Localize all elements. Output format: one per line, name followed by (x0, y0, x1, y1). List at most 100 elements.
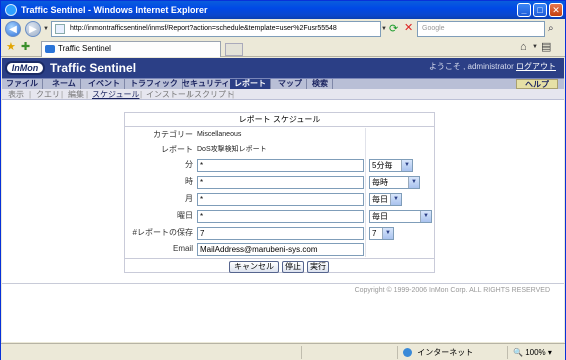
status-divider (301, 346, 302, 359)
menu-report[interactable]: レポート (230, 79, 271, 89)
chevron-down-icon: ▼ (408, 177, 419, 188)
footer-divider (2, 283, 564, 284)
stop-icon[interactable]: ✕ (404, 22, 413, 34)
address-input[interactable]: http://inmontrafficsentinel/inmsf/Report… (51, 21, 381, 37)
keep-reports-select-value: 7 (372, 229, 377, 238)
sub-menu: 表示 | クエリ | 編集 | スケジュール | インストール | スクリプト … (2, 89, 564, 100)
email-row: Email MailAddress@marubeni-sys.com (125, 241, 434, 257)
submenu-divider: | (29, 90, 32, 99)
page-menu-icon[interactable]: ▤ (541, 41, 551, 53)
status-divider (507, 346, 508, 359)
search-icon[interactable]: ⌕ (548, 23, 554, 34)
zoom-control[interactable]: 🔍 100% ▾ (513, 346, 552, 359)
minute-label: 分 (185, 160, 193, 169)
submenu-divider: | (140, 90, 143, 99)
month-input[interactable]: * (197, 193, 364, 206)
history-dropdown-icon[interactable]: ▼ (43, 26, 49, 32)
keep-reports-row: #レポートの保存 7 7 ▼ (125, 225, 434, 241)
chevron-down-icon: ▼ (390, 194, 401, 205)
month-select[interactable]: 毎日 ▼ (369, 193, 402, 206)
search-input[interactable]: Google (417, 21, 545, 37)
submenu-schedule[interactable]: スケジュール (92, 89, 139, 100)
weekday-input[interactable]: * (197, 210, 364, 223)
zoom-dropdown-icon: ▾ (547, 348, 552, 357)
keep-reports-label: #レポートの保存 (132, 228, 193, 237)
menu-file[interactable]: ファイル (2, 79, 43, 89)
report-row: レポート DoS攻撃検知レポート (125, 142, 434, 158)
welcome-area: ようこそ , administrator ログアウト (429, 62, 556, 72)
email-label: Email (172, 244, 193, 253)
new-tab-button[interactable] (225, 43, 243, 56)
weekday-select[interactable]: 毎日 ▼ (369, 210, 432, 223)
stop-button[interactable]: 停止 (282, 261, 304, 273)
security-zone[interactable]: インターネット (403, 346, 473, 359)
title-bar: Traffic Sentinel - Windows Internet Expl… (1, 1, 565, 19)
submenu-query[interactable]: クエリ (36, 89, 60, 100)
cancel-button[interactable]: キャンセル (229, 261, 279, 273)
form-title: レポート スケジュール (125, 113, 434, 127)
address-text: http://inmontrafficsentinel/inmsf/Report… (70, 25, 337, 32)
minimize-button[interactable]: _ (517, 3, 531, 17)
copyright-text: Copyright © 1999-2006 InMon Corp. ALL RI… (354, 287, 550, 294)
hour-row: 時 * 毎時 ▼ (125, 174, 434, 190)
submenu-divider: | (232, 90, 235, 99)
minute-input[interactable]: * (197, 159, 364, 172)
menu-traffic[interactable]: トラフィック (126, 79, 183, 89)
month-select-value: 毎日 (372, 195, 388, 204)
page-icon (55, 24, 65, 34)
globe-icon (403, 348, 412, 358)
menu-security[interactable]: セキュリティ (178, 79, 235, 89)
category-row: カテゴリー Miscellaneous (125, 127, 434, 143)
minute-row: 分 * 5分毎 ▼ (125, 157, 434, 173)
minute-select-value: 5分毎 (372, 161, 393, 170)
submenu-view[interactable]: 表示 (8, 89, 24, 100)
ie-icon (5, 4, 17, 16)
submenu-install[interactable]: インストール (146, 89, 194, 100)
schedule-form: レポート スケジュール カテゴリー Miscellaneous レポート DoS… (124, 112, 435, 273)
forward-button[interactable]: ▶ (25, 21, 41, 37)
home-icon[interactable]: ⌂ (520, 41, 527, 53)
form-buttons: キャンセル 停止 実行 (125, 258, 434, 274)
inmon-logo: InMon (5, 61, 45, 75)
minute-select[interactable]: 5分毎 ▼ (369, 159, 413, 172)
menu-search[interactable]: 検索 (308, 79, 333, 89)
menu-map[interactable]: マップ (274, 79, 307, 89)
submenu-divider: | (61, 90, 64, 99)
hour-select-value: 毎時 (372, 178, 388, 187)
weekday-row: 曜日 * 毎日 ▼ (125, 208, 434, 224)
submenu-divider: | (86, 90, 89, 99)
window-title: Traffic Sentinel - Windows Internet Expl… (21, 5, 208, 15)
report-label: レポート (161, 145, 193, 154)
back-button[interactable]: ◀ (5, 21, 21, 37)
weekday-select-value: 毎日 (372, 212, 388, 221)
chevron-down-icon: ▼ (382, 228, 393, 239)
keep-reports-input[interactable]: 7 (197, 227, 364, 240)
main-menu: ファイル ネーム イベント トラフィック セキュリティ レポート マップ 検索 … (2, 78, 564, 89)
address-dropdown-icon[interactable]: ▼ (379, 21, 389, 37)
search-placeholder: Google (422, 25, 445, 32)
menu-event[interactable]: イベント (84, 79, 125, 89)
maximize-button[interactable]: □ (533, 3, 547, 17)
zoom-icon: 🔍 (513, 348, 523, 357)
tab-traffic-sentinel[interactable]: Traffic Sentinel (41, 41, 221, 57)
menu-name[interactable]: ネーム (48, 79, 81, 89)
month-row: 月 * 毎日 ▼ (125, 191, 434, 207)
submenu-script[interactable]: スクリプト (194, 89, 234, 100)
favorites-star-icon[interactable]: ★ (6, 41, 16, 53)
status-divider (397, 346, 398, 359)
add-favorites-icon[interactable]: ✚ (21, 41, 30, 53)
address-toolbar: ◀ ▶ ▼ http://inmontrafficsentinel/inmsf/… (1, 19, 565, 39)
close-button[interactable]: ✕ (549, 3, 563, 17)
submenu-edit[interactable]: 編集 (68, 89, 84, 100)
chevron-down-icon: ▼ (401, 160, 412, 171)
hour-input[interactable]: * (197, 176, 364, 189)
help-button[interactable]: ヘルプ (516, 79, 558, 89)
browser-window: Traffic Sentinel - Windows Internet Expl… (0, 0, 566, 360)
home-dropdown-icon[interactable]: ▼ (532, 44, 538, 50)
run-button[interactable]: 実行 (307, 261, 329, 273)
email-input[interactable]: MailAddress@marubeni-sys.com (197, 243, 364, 256)
keep-reports-select[interactable]: 7 ▼ (369, 227, 394, 240)
hour-select[interactable]: 毎時 ▼ (369, 176, 420, 189)
logout-link[interactable]: ログアウト (516, 62, 556, 71)
refresh-icon[interactable]: ⟳ (389, 23, 398, 35)
